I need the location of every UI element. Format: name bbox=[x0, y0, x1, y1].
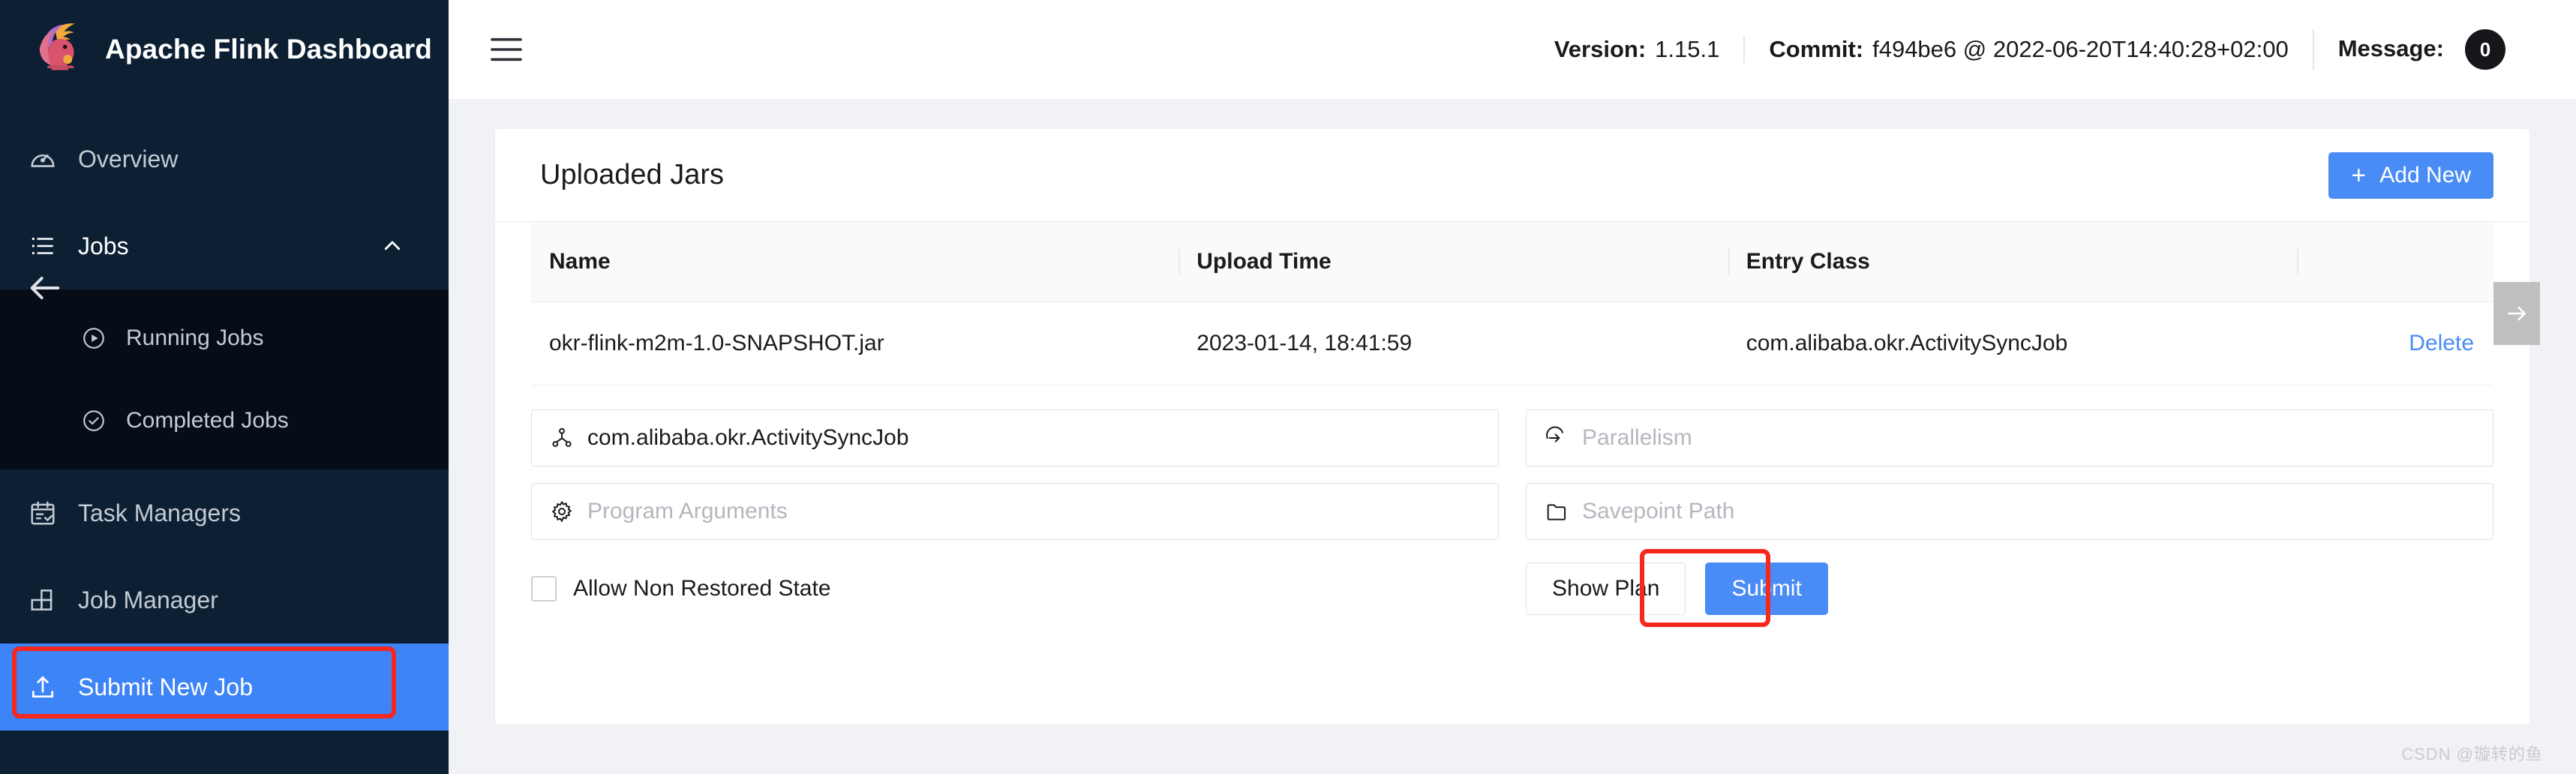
message-meta: Message: 0 bbox=[2312, 29, 2529, 70]
cell-entry-class: com.alibaba.okr.ActivitySyncJob bbox=[1728, 302, 2298, 386]
chevron-up-icon[interactable] bbox=[381, 235, 404, 257]
sidebar-item-submit-new-job[interactable]: Submit New Job bbox=[0, 644, 449, 730]
version-value: 1.15.1 bbox=[1655, 36, 1720, 62]
hamburger-menu-icon[interactable] bbox=[489, 35, 524, 64]
card-header: Uploaded Jars + Add New bbox=[495, 129, 2529, 222]
brand-header: Apache Flink Dashboard bbox=[0, 0, 449, 99]
form-actions-row: Allow Non Restored State Show Plan Submi… bbox=[531, 549, 2493, 627]
sidebar-item-label: Submit New Job bbox=[78, 673, 253, 700]
commit-meta: Commit: f494be6 @ 2022-06-20T14:40:28+02… bbox=[1743, 36, 2312, 63]
topbar: Version: 1.15.1 Commit: f494be6 @ 2022-0… bbox=[449, 0, 2576, 99]
version-label: Version: bbox=[1554, 36, 1647, 62]
sidebar-item-label: Running Jobs bbox=[126, 326, 264, 350]
dashboard-gauge-icon bbox=[31, 154, 55, 167]
jars-table-wrapper: Name Upload Time Entry Class okr-flink-m… bbox=[495, 222, 2540, 386]
table-body: okr-flink-m2m-1.0-SNAPSHOT.jar 2023-01-1… bbox=[531, 302, 2493, 386]
form-buttons: Show Plan Submit bbox=[1526, 549, 2493, 627]
savepoint-path-input[interactable]: Savepoint Path bbox=[1526, 483, 2493, 540]
login-arrow-circle-icon bbox=[1546, 426, 1563, 442]
submit-button[interactable]: Submit bbox=[1705, 562, 1828, 615]
sidebar-item-overview[interactable]: Overview bbox=[0, 116, 449, 202]
checkbox-box[interactable] bbox=[531, 576, 557, 602]
sidebar-item-label: Overview bbox=[78, 145, 179, 172]
watermark: CSDN @璇转的鱼 bbox=[2401, 745, 2543, 764]
allow-non-restored-state-label: Allow Non Restored State bbox=[573, 576, 831, 601]
sidebar-item-label: Job Manager bbox=[78, 586, 218, 614]
sidebar-item-task-managers[interactable]: Task Managers bbox=[0, 470, 449, 556]
gear-icon bbox=[551, 500, 572, 523]
main-area: Version: 1.15.1 Commit: f494be6 @ 2022-0… bbox=[449, 0, 2576, 774]
add-new-button[interactable]: + Add New bbox=[2328, 152, 2493, 199]
table-scroll-next-button[interactable] bbox=[2493, 282, 2540, 345]
program-arguments-input[interactable]: Program Arguments bbox=[531, 483, 1499, 540]
sidebar-item-label: Jobs bbox=[78, 232, 129, 260]
sidebar-submenu-jobs: Running Jobs Completed Jobs bbox=[0, 290, 449, 470]
folder-icon bbox=[1547, 504, 1566, 520]
content-region: Uploaded Jars + Add New Name Upload Time… bbox=[449, 99, 2576, 774]
plus-icon: + bbox=[2351, 160, 2367, 190]
message-label: Message: bbox=[2337, 34, 2444, 62]
flink-squirrel-logo bbox=[39, 23, 75, 70]
message-count-badge[interactable]: 0 bbox=[2465, 29, 2505, 70]
sidebar-item-label: Task Managers bbox=[78, 499, 241, 526]
cluster-apartment-icon bbox=[552, 428, 572, 447]
commit-label: Commit: bbox=[1769, 36, 1864, 62]
column-header-name[interactable]: Name bbox=[531, 222, 1179, 302]
parallelism-input[interactable]: Parallelism bbox=[1526, 410, 2493, 466]
add-new-label: Add New bbox=[2379, 162, 2471, 188]
sidebar: Apache Flink Dashboard Overview Jobs Run… bbox=[0, 0, 449, 774]
savepoint-path-placeholder: Savepoint Path bbox=[1582, 499, 1735, 524]
arrow-right-icon bbox=[2508, 306, 2526, 321]
check-circle-icon bbox=[83, 410, 104, 431]
commit-value: f494be6 @ 2022-06-20T14:40:28+02:00 bbox=[1872, 36, 2289, 62]
list-icon bbox=[32, 237, 53, 255]
blocks-layout-icon bbox=[31, 590, 53, 610]
upload-icon bbox=[32, 676, 54, 698]
table-header-row: Name Upload Time Entry Class bbox=[531, 222, 2493, 302]
program-arguments-placeholder: Program Arguments bbox=[587, 499, 788, 524]
sidebar-item-completed-jobs[interactable]: Completed Jobs bbox=[0, 380, 449, 462]
column-header-upload-time[interactable]: Upload Time bbox=[1178, 222, 1728, 302]
sidebar-item-jobs[interactable]: Jobs bbox=[0, 202, 449, 290]
sidebar-item-job-manager[interactable]: Job Manager bbox=[0, 556, 449, 644]
flink-dashboard: Apache Flink Dashboard Overview Jobs Run… bbox=[0, 0, 2576, 774]
version-meta: Version: 1.15.1 bbox=[1530, 36, 1744, 63]
entry-class-input[interactable]: com.alibaba.okr.ActivitySyncJob bbox=[531, 410, 1499, 466]
parallelism-placeholder: Parallelism bbox=[1582, 425, 1692, 450]
uploaded-jars-card: Uploaded Jars + Add New Name Upload Time… bbox=[495, 129, 2540, 724]
entry-class-value: com.alibaba.okr.ActivitySyncJob bbox=[587, 425, 909, 450]
schedule-calendar-check-icon bbox=[31, 501, 55, 525]
show-plan-button[interactable]: Show Plan bbox=[1526, 562, 1686, 615]
table-head: Name Upload Time Entry Class bbox=[531, 222, 2493, 302]
allow-non-restored-state-checkbox[interactable]: Allow Non Restored State bbox=[531, 576, 1499, 602]
uploaded-jars-table: Name Upload Time Entry Class okr-flink-m… bbox=[531, 222, 2493, 386]
sidebar-item-label: Completed Jobs bbox=[126, 408, 289, 433]
table-row[interactable]: okr-flink-m2m-1.0-SNAPSHOT.jar 2023-01-1… bbox=[531, 302, 2493, 386]
column-header-entry-class[interactable]: Entry Class bbox=[1728, 222, 2298, 302]
form-row-1: com.alibaba.okr.ActivitySyncJob Parallel… bbox=[531, 410, 2493, 466]
form-row-2: Program Arguments Savepoint Path bbox=[531, 483, 2493, 540]
play-circle-icon bbox=[83, 328, 104, 349]
brand-title: Apache Flink Dashboard bbox=[105, 34, 433, 64]
sidebar-nav: Overview Jobs Running Jobs Completed Job… bbox=[0, 99, 449, 730]
sidebar-item-running-jobs[interactable]: Running Jobs bbox=[0, 297, 449, 380]
topbar-meta: Version: 1.15.1 Commit: f494be6 @ 2022-0… bbox=[1530, 29, 2529, 70]
submit-job-form: com.alibaba.okr.ActivitySyncJob Parallel… bbox=[495, 386, 2529, 627]
arrow-left-icon[interactable] bbox=[26, 268, 65, 308]
column-header-actions bbox=[2297, 222, 2493, 302]
delete-link[interactable]: Delete bbox=[2409, 331, 2474, 356]
cell-upload-time: 2023-01-14, 18:41:59 bbox=[1178, 302, 1728, 386]
page-title: Uploaded Jars bbox=[540, 159, 725, 190]
cell-jar-name: okr-flink-m2m-1.0-SNAPSHOT.jar bbox=[531, 302, 1179, 386]
